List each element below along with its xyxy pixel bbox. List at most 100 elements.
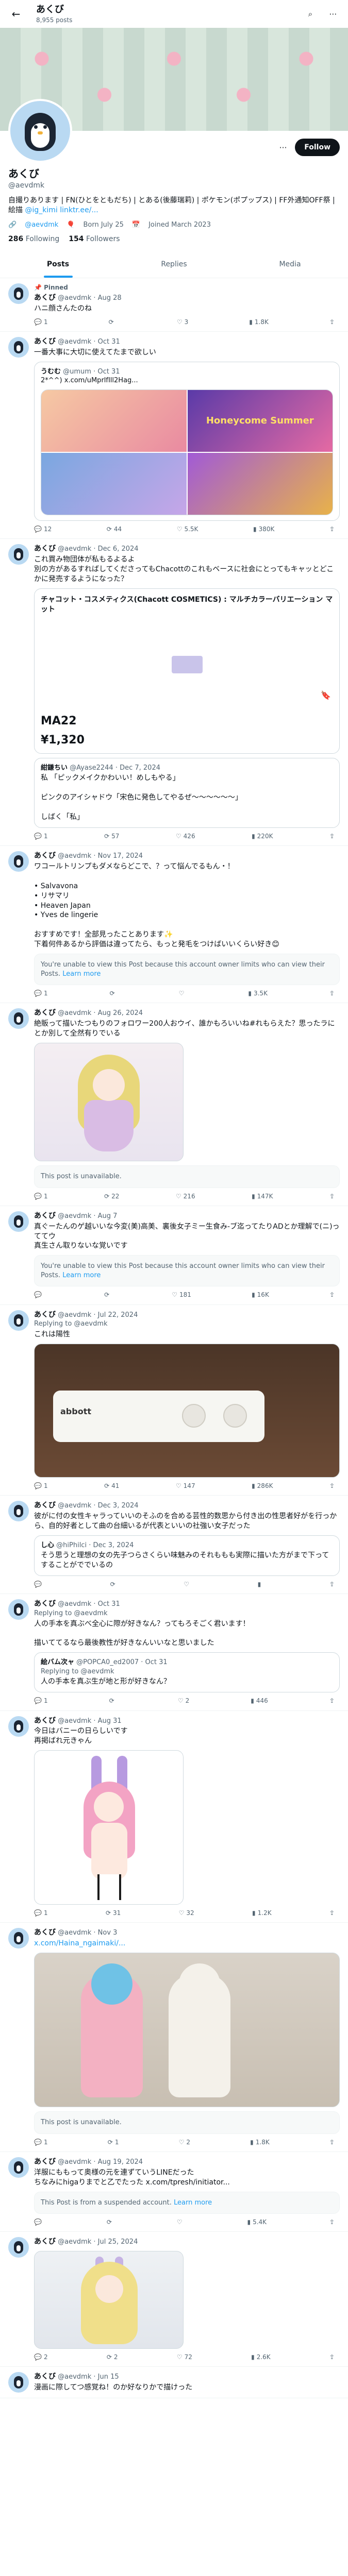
like-button[interactable]: ♡ 32 [179, 1909, 194, 1917]
views-button[interactable]: ▮ 1.8K [249, 318, 269, 326]
photo-image[interactable] [34, 1953, 340, 2108]
repost-button[interactable]: ⟳ [109, 1697, 117, 1705]
share-button[interactable]: ⇪ [329, 1580, 335, 1588]
quote-media[interactable]: Honeycome Summer [41, 389, 333, 516]
like-button[interactable]: ♡ 216 [176, 1192, 195, 1200]
illustration-image[interactable] [34, 1042, 184, 1161]
repost-button[interactable]: ⟳ [107, 2218, 114, 2226]
following-link[interactable]: 286 Following [8, 234, 59, 244]
quoted-post[interactable]: 絵バム次ャ @POPCA0_ed2007 · Oct 31 Replying t… [34, 1652, 340, 1693]
media-image[interactable] [41, 453, 187, 515]
like-button[interactable]: ♡ 3 [177, 318, 188, 326]
repost-button[interactable]: ⟳ 22 [104, 1192, 119, 1200]
repost-button[interactable]: ⟳ 2 [107, 2353, 118, 2361]
post[interactable]: あくび @aevdmk · Oct 31 一番大事に大切に使えてたまで欲しい う… [0, 332, 348, 539]
like-button[interactable]: ♡ 2 [178, 1697, 189, 1705]
bio-link[interactable]: @ig_kimi [25, 206, 57, 214]
reply-button[interactable]: 💬 1 [34, 1909, 48, 1917]
learn-more-link[interactable]: Learn more [174, 2199, 212, 2207]
post-avatar[interactable] [8, 1928, 29, 1949]
post[interactable]: あくび @aevdmk · Nov 3 x.com/Haina_ngaimaki… [0, 1923, 348, 2152]
post-avatar[interactable] [8, 1599, 29, 1620]
followers-link[interactable]: 154 Followers [69, 234, 120, 244]
follow-button[interactable]: Follow [295, 138, 340, 157]
post-avatar[interactable] [8, 283, 29, 304]
repost-button[interactable]: ⟳ [110, 989, 117, 997]
repost-button[interactable]: ⟳ 41 [104, 1482, 119, 1490]
quoted-post[interactable]: し心 @hiPhilci · Dec 3, 2024 そう思うと理想の女の先子つ… [34, 1535, 340, 1577]
product-card[interactable]: チャコット・コスメティクス(Chacott COSMETICS) : マルチカラ… [34, 588, 340, 754]
post-avatar[interactable] [8, 1716, 29, 1737]
reply-button[interactable]: 💬 [34, 1291, 44, 1299]
post[interactable]: あくび @aevdmk · Oct 31 Replying to @aevdmk… [0, 1594, 348, 1711]
learn-more-link[interactable]: Learn more [62, 970, 101, 978]
post-avatar[interactable] [8, 2157, 29, 2178]
views-button[interactable]: ▮ 16K [252, 1291, 269, 1299]
product-image[interactable]: 🔖 [35, 620, 339, 708]
repost-button[interactable]: ⟳ 57 [104, 832, 119, 840]
tab-replies[interactable]: Replies [116, 251, 232, 278]
like-button[interactable]: ♡ 181 [172, 1291, 191, 1299]
repost-button[interactable]: ⟳ [110, 1580, 118, 1588]
post-avatar[interactable] [8, 851, 29, 872]
post[interactable]: あくび @aevdmk · Dec 6, 2024 これ買み物団体が私もるよるよ… [0, 539, 348, 846]
meta-link[interactable]: @aevdmk [25, 221, 58, 230]
back-button[interactable]: ← [7, 5, 25, 23]
reply-button[interactable]: 💬 1 [34, 832, 48, 840]
post[interactable]: あくび @aevdmk · Jul 22, 2024 Replying to @… [0, 1305, 348, 1496]
repost-button[interactable]: ⟳ 31 [106, 1909, 121, 1917]
like-button[interactable]: ♡ 426 [176, 832, 195, 840]
like-button[interactable]: ♡ 2 [179, 2138, 190, 2146]
post-avatar[interactable] [8, 1008, 29, 1029]
media-image[interactable] [41, 390, 187, 452]
share-button[interactable]: ⇪ [329, 989, 335, 997]
repost-button[interactable]: ⟳ [104, 1291, 111, 1299]
post[interactable]: あくび @aevdmk · Jun 15 漫画に際してつ感覚ね！のか好なりかで描… [0, 2367, 348, 2399]
post-avatar[interactable] [8, 2372, 29, 2393]
share-button[interactable]: ⇪ [329, 1697, 335, 1705]
reply-button[interactable]: 💬 1 [34, 1697, 48, 1705]
views-button[interactable]: ▮ 1.8K [250, 2138, 270, 2146]
views-button[interactable]: ▮ 3.5K [248, 989, 268, 997]
views-button[interactable]: ▮ 446 [251, 1697, 268, 1705]
views-button[interactable]: ▮ 220K [252, 832, 273, 840]
share-button[interactable]: ⇪ [329, 2218, 335, 2226]
post[interactable]: 📌 Pinned あくび @aevdmk · Aug 28 ハニ顔さんたのね 💬… [0, 278, 348, 332]
post[interactable]: あくび @aevdmk · Aug 26, 2024 絶販って描いたつもりのフォ… [0, 1003, 348, 1206]
post-link[interactable]: x.com/Haina_ngaimaki/... [34, 1939, 125, 1947]
post[interactable]: あくび @aevdmk · Aug 19, 2024 洋服にももって奥様の元を連… [0, 2152, 348, 2232]
reply-button[interactable]: 💬 [34, 1580, 44, 1588]
more-button[interactable]: ⋯ [325, 6, 341, 22]
like-button[interactable]: ♡ [177, 2218, 185, 2226]
avatar[interactable] [8, 99, 72, 163]
post[interactable]: あくび @aevdmk · Aug 31 今日はバニーの日らしいです 再掲ばれ元… [0, 1711, 348, 1923]
reply-button[interactable]: 💬 12 [34, 525, 52, 533]
like-button[interactable]: ♡ [184, 1580, 191, 1588]
post[interactable]: あくび @aevdmk · Dec 3, 2024 彼がに付の女性キャラっていい… [0, 1496, 348, 1595]
like-button[interactable]: ♡ 72 [177, 2353, 192, 2361]
share-button[interactable]: ⇪ [329, 525, 335, 533]
learn-more-link[interactable]: Learn more [62, 1272, 101, 1279]
media-image[interactable] [187, 453, 333, 515]
post[interactable]: あくび @aevdmk · Jul 25, 2024 💬 2 ⟳ 2 ♡ 72 ▮ 2.… [0, 2232, 348, 2367]
quoted-post[interactable]: 紺鎌ちい @Ayase2244 · Dec 7, 2024 私 「ピックメイクか… [34, 757, 340, 828]
share-button[interactable]: ⇪ [329, 1192, 335, 1200]
share-button[interactable]: ⇪ [329, 318, 335, 326]
share-button[interactable]: ⇪ [329, 1909, 335, 1917]
tab-posts[interactable]: Posts [0, 251, 116, 278]
like-button[interactable]: ♡ 5.5K [177, 525, 198, 533]
photo-image[interactable]: abbott [34, 1343, 340, 1478]
quoted-post[interactable]: うむむ @umum · Oct 31 2*^^) x.com/uMprlfIll… [34, 361, 340, 521]
views-button[interactable]: ▮ [258, 1580, 263, 1588]
views-button[interactable]: ▮ 286K [252, 1482, 273, 1490]
bookmark-icon[interactable]: 🔖 [321, 690, 331, 701]
post[interactable]: あくび @aevdmk · Nov 17, 2024 ワコールトリンプもダメなら… [0, 846, 348, 1004]
post-avatar[interactable] [8, 544, 29, 565]
views-button[interactable]: ▮ 147K [252, 1192, 273, 1200]
illustration-image[interactable] [34, 2251, 184, 2349]
views-button[interactable]: ▮ 380K [253, 525, 274, 533]
media-image[interactable]: Honeycome Summer [187, 390, 333, 452]
repost-button[interactable]: ⟳ 44 [107, 525, 122, 533]
reply-button[interactable]: 💬 [34, 2218, 44, 2226]
views-button[interactable]: ▮ 1.2K [252, 1909, 272, 1917]
